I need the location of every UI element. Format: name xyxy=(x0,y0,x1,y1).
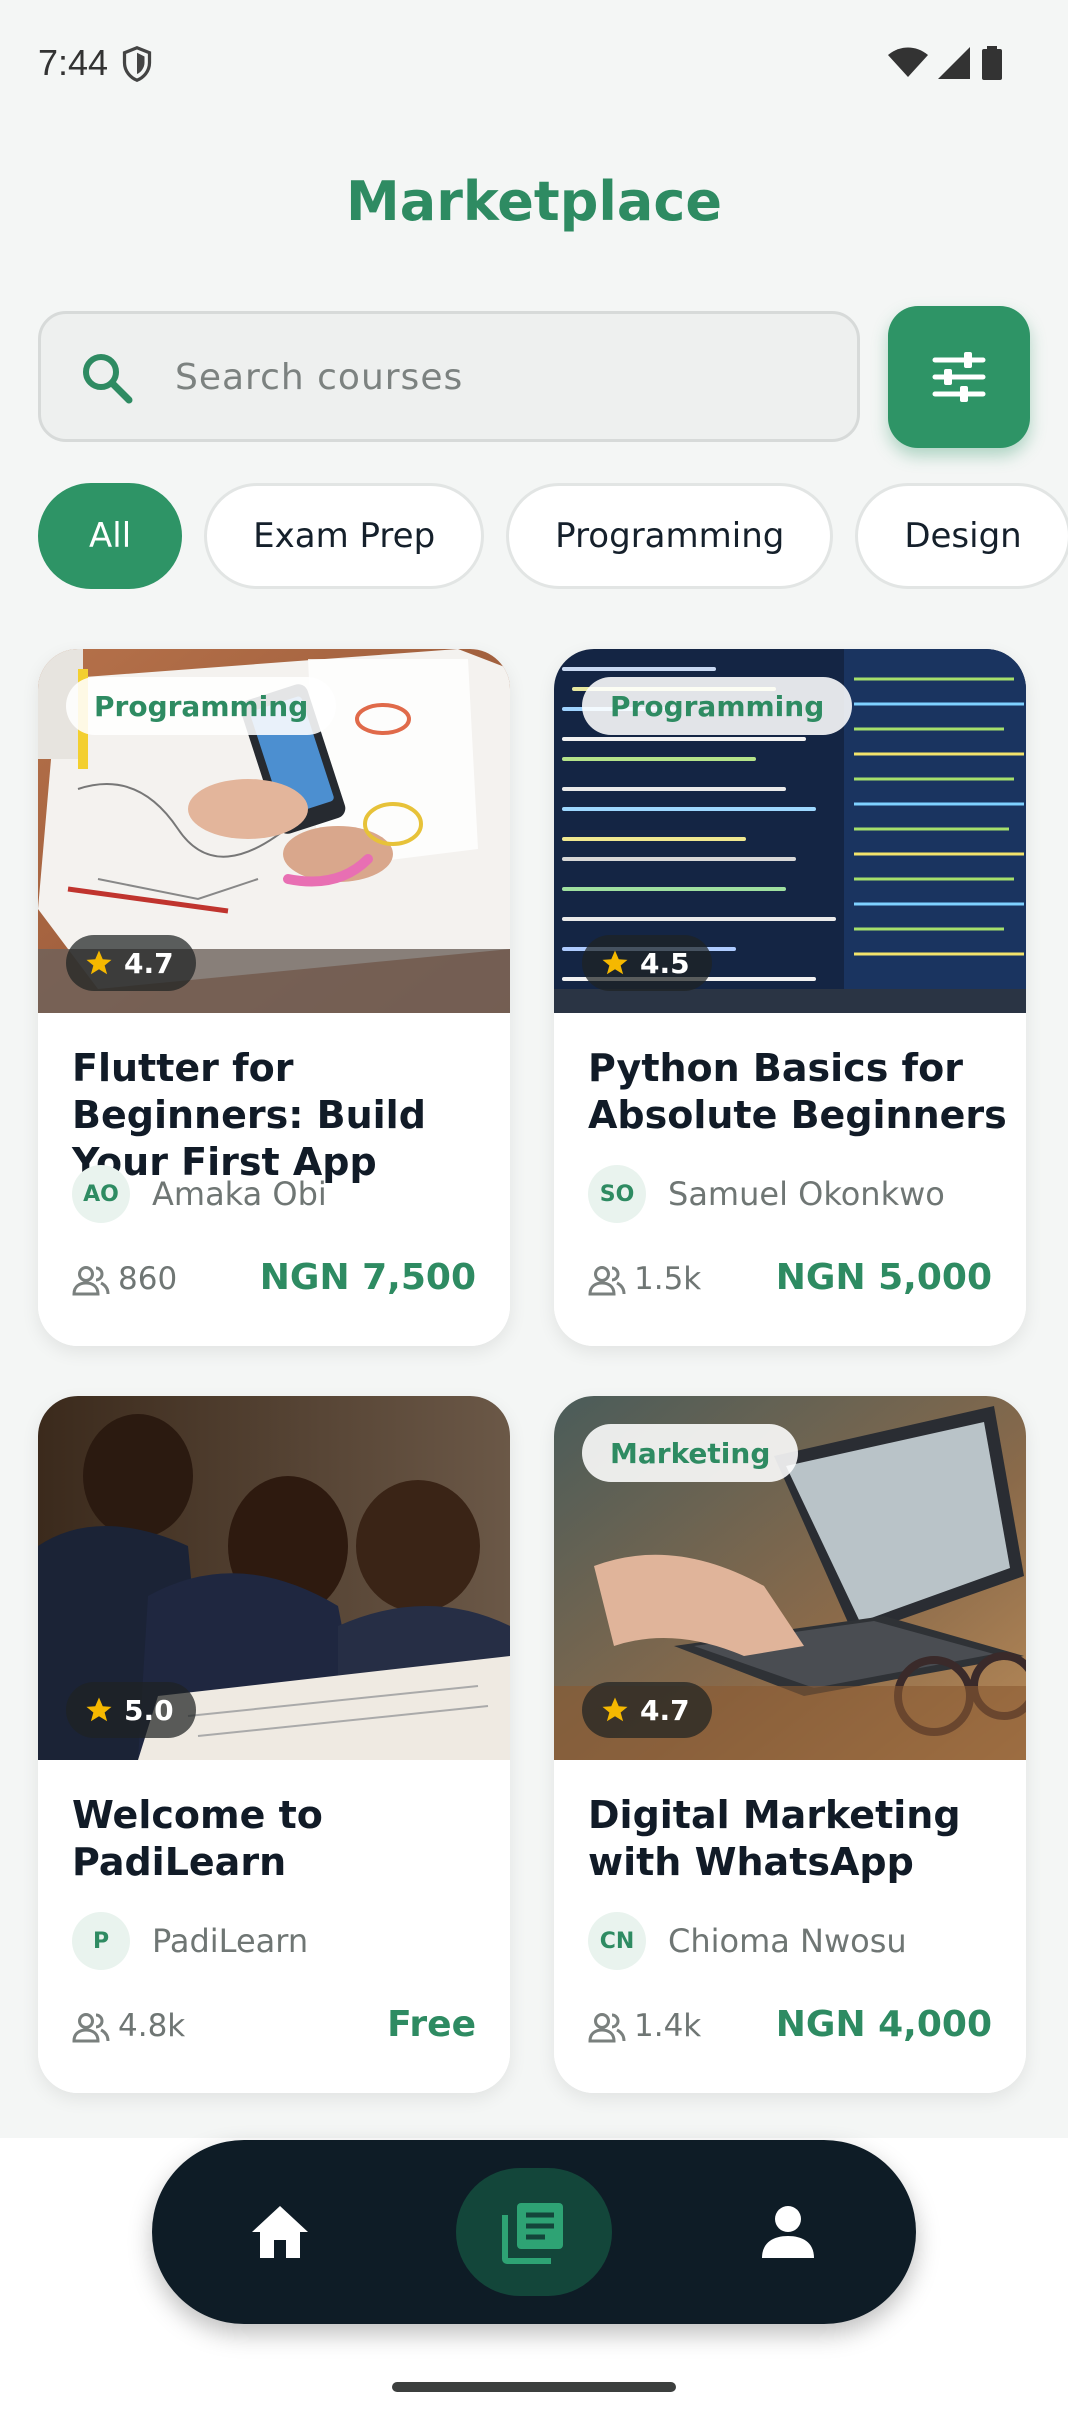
signal-icon xyxy=(938,47,970,79)
home-icon xyxy=(252,2206,308,2258)
students-count: 860 xyxy=(118,1261,178,1297)
course-price: Free xyxy=(387,2004,476,2045)
nav-courses[interactable] xyxy=(456,2168,612,2296)
card-body: Flutter for Beginners: Build Your First … xyxy=(38,1013,510,1346)
category-chips: All Exam Prep Programming Design xyxy=(38,483,1068,589)
nav-home[interactable] xyxy=(202,2168,358,2296)
people-icon xyxy=(588,2013,626,2043)
course-price: NGN 7,500 xyxy=(259,1257,476,1298)
author-avatar: AO xyxy=(72,1165,130,1223)
author-avatar: CN xyxy=(588,1912,646,1970)
chip-programming[interactable]: Programming xyxy=(506,483,834,589)
battery-icon xyxy=(982,46,1002,80)
filter-button[interactable] xyxy=(888,306,1030,448)
rating-value: 4.7 xyxy=(124,946,174,980)
tune-icon xyxy=(932,352,986,402)
category-tag: Marketing xyxy=(582,1424,799,1482)
category-tag: Programming xyxy=(582,677,853,735)
chip-all[interactable]: All xyxy=(38,483,183,589)
star-icon xyxy=(86,1697,112,1722)
rating-value: 4.7 xyxy=(640,1693,690,1727)
status-time: 7:44 xyxy=(38,42,109,83)
course-card[interactable]: 5.0 Welcome to PadiLearn P PadiLearn 4.8… xyxy=(38,1396,510,2093)
people-icon xyxy=(72,2013,110,2043)
search-box[interactable] xyxy=(38,311,860,442)
author-name: Amaka Obi xyxy=(152,1175,327,1213)
shield-icon xyxy=(122,46,152,82)
home-indicator xyxy=(392,2382,676,2392)
card-body: Digital Marketing with WhatsApp CN Chiom… xyxy=(554,1760,1026,2093)
course-title: Python Basics for Absolute Beginners xyxy=(588,1046,1007,1137)
status-bar: 7:44 xyxy=(0,0,1068,128)
course-title: Flutter for Beginners: Build Your First … xyxy=(72,1046,426,1184)
author-avatar: P xyxy=(72,1912,130,1970)
author-name: Samuel Okonkwo xyxy=(668,1175,945,1213)
rating-badge: 4.7 xyxy=(66,935,196,991)
course-price: NGN 4,000 xyxy=(775,2004,992,2045)
card-body: Welcome to PadiLearn P PadiLearn 4.8k Fr… xyxy=(38,1760,510,2093)
card-body: Python Basics for Absolute Beginners SO … xyxy=(554,1013,1026,1346)
search-icon xyxy=(83,354,133,404)
rating-value: 4.5 xyxy=(640,946,690,980)
rating-badge: 5.0 xyxy=(66,1682,196,1738)
wifi-icon xyxy=(888,47,928,77)
rating-value: 5.0 xyxy=(124,1693,174,1727)
course-card[interactable]: Marketing 4.7 Digital Marketing with Wha… xyxy=(554,1396,1026,2093)
course-title: Digital Marketing with WhatsApp xyxy=(588,1793,961,1884)
bottom-nav xyxy=(152,2140,916,2324)
chip-design[interactable]: Design xyxy=(855,483,1068,589)
search-input[interactable] xyxy=(175,344,815,410)
rating-badge: 4.7 xyxy=(582,1682,712,1738)
course-card[interactable]: Programming 4.7 Flutter for Beginners: B… xyxy=(38,649,510,1346)
star-icon xyxy=(602,1697,628,1722)
star-icon xyxy=(86,950,112,975)
library-books-icon xyxy=(502,2203,563,2264)
people-icon xyxy=(588,1266,626,1296)
star-icon xyxy=(602,950,628,975)
author-avatar: SO xyxy=(588,1165,646,1223)
people-icon xyxy=(72,1266,110,1296)
page-title: Marketplace xyxy=(346,170,722,233)
course-card[interactable]: Programming 4.5 Python Basics for Absolu… xyxy=(554,649,1026,1346)
rating-badge: 4.5 xyxy=(582,935,712,991)
students-count: 1.4k xyxy=(634,2008,702,2044)
chip-exam-prep[interactable]: Exam Prep xyxy=(204,483,485,589)
status-icons xyxy=(888,46,1002,80)
course-title: Welcome to PadiLearn xyxy=(72,1793,323,1884)
course-price: NGN 5,000 xyxy=(775,1257,992,1298)
students-count: 4.8k xyxy=(118,2008,186,2044)
person-icon xyxy=(762,2206,814,2258)
author-name: PadiLearn xyxy=(152,1922,309,1960)
students-count: 1.5k xyxy=(634,1261,702,1297)
nav-profile[interactable] xyxy=(710,2168,866,2296)
author-name: Chioma Nwosu xyxy=(668,1922,907,1960)
category-tag: Programming xyxy=(66,677,337,735)
